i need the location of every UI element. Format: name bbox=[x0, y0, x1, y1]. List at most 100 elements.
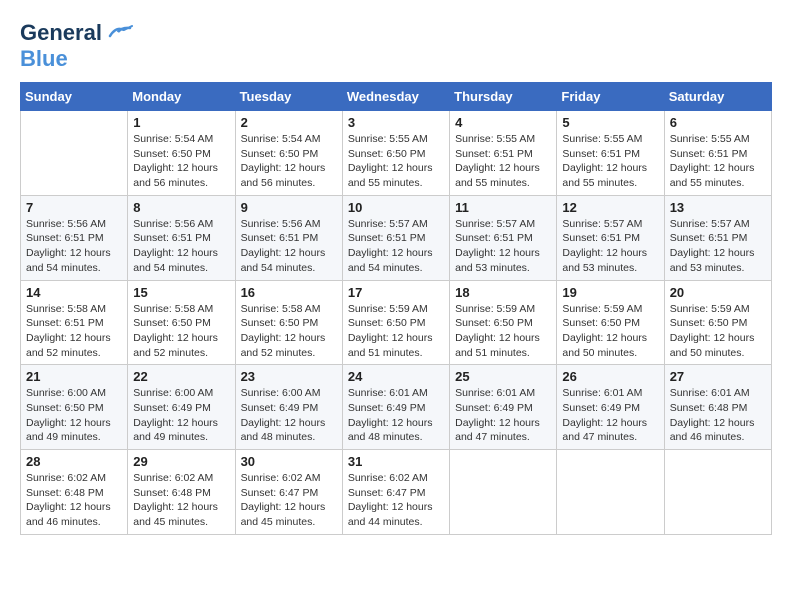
day-info: Sunrise: 6:01 AM Sunset: 6:48 PM Dayligh… bbox=[670, 386, 766, 445]
day-info: Sunrise: 5:59 AM Sunset: 6:50 PM Dayligh… bbox=[455, 302, 551, 361]
day-info: Sunrise: 5:55 AM Sunset: 6:50 PM Dayligh… bbox=[348, 132, 444, 191]
calendar-cell: 31 Sunrise: 6:02 AM Sunset: 6:47 PM Dayli… bbox=[342, 450, 449, 535]
calendar-cell: 4 Sunrise: 5:55 AM Sunset: 6:51 PM Daylig… bbox=[450, 111, 557, 196]
day-info: Sunrise: 6:02 AM Sunset: 6:47 PM Dayligh… bbox=[348, 471, 444, 530]
day-number: 13 bbox=[670, 200, 766, 215]
calendar-cell: 6 Sunrise: 5:55 AM Sunset: 6:51 PM Daylig… bbox=[664, 111, 771, 196]
calendar-cell bbox=[21, 111, 128, 196]
calendar-cell: 8 Sunrise: 5:56 AM Sunset: 6:51 PM Daylig… bbox=[128, 195, 235, 280]
calendar-cell: 11 Sunrise: 5:57 AM Sunset: 6:51 PM Dayli… bbox=[450, 195, 557, 280]
calendar-cell: 2Sunrise: 5:54 AM Sunset: 6:50 PM Daylig… bbox=[235, 111, 342, 196]
weekday-header-monday: Monday bbox=[128, 83, 235, 111]
day-number: 29 bbox=[133, 454, 229, 469]
calendar-header-row: SundayMondayTuesdayWednesdayThursdayFrid… bbox=[21, 83, 772, 111]
calendar-cell: 26 Sunrise: 6:01 AM Sunset: 6:49 PM Dayli… bbox=[557, 365, 664, 450]
calendar-cell: 1 Sunrise: 5:54 AM Sunset: 6:50 PM Daylig… bbox=[128, 111, 235, 196]
logo: General Blue bbox=[20, 20, 134, 72]
day-info: Sunrise: 5:59 AM Sunset: 6:50 PM Dayligh… bbox=[670, 302, 766, 361]
weekday-header-saturday: Saturday bbox=[664, 83, 771, 111]
calendar-cell: 21 Sunrise: 6:00 AM Sunset: 6:50 PM Dayli… bbox=[21, 365, 128, 450]
day-number: 27 bbox=[670, 369, 766, 384]
day-info: Sunrise: 5:54 AM Sunset: 6:50 PM Dayligh… bbox=[241, 132, 337, 191]
day-number: 23 bbox=[241, 369, 337, 384]
weekday-header-friday: Friday bbox=[557, 83, 664, 111]
calendar-cell: 9Sunrise: 5:56 AM Sunset: 6:51 PM Daylig… bbox=[235, 195, 342, 280]
calendar-cell: 14Sunrise: 5:58 AM Sunset: 6:51 PM Dayli… bbox=[21, 280, 128, 365]
calendar-cell: 13Sunrise: 5:57 AM Sunset: 6:51 PM Dayli… bbox=[664, 195, 771, 280]
day-info: Sunrise: 5:57 AM Sunset: 6:51 PM Dayligh… bbox=[348, 217, 444, 276]
day-number: 18 bbox=[455, 285, 551, 300]
calendar-week-row: 14Sunrise: 5:58 AM Sunset: 6:51 PM Dayli… bbox=[21, 280, 772, 365]
day-info: Sunrise: 5:59 AM Sunset: 6:50 PM Dayligh… bbox=[348, 302, 444, 361]
day-info: Sunrise: 5:55 AM Sunset: 6:51 PM Dayligh… bbox=[562, 132, 658, 191]
day-info: Sunrise: 5:55 AM Sunset: 6:51 PM Dayligh… bbox=[670, 132, 766, 191]
logo-bird-icon bbox=[102, 22, 134, 44]
calendar-cell: 19 Sunrise: 5:59 AM Sunset: 6:50 PM Dayli… bbox=[557, 280, 664, 365]
day-number: 16 bbox=[241, 285, 337, 300]
day-number: 8 bbox=[133, 200, 229, 215]
calendar-cell: 12 Sunrise: 5:57 AM Sunset: 6:51 PM Dayli… bbox=[557, 195, 664, 280]
day-number: 6 bbox=[670, 115, 766, 130]
day-info: Sunrise: 5:57 AM Sunset: 6:51 PM Dayligh… bbox=[455, 217, 551, 276]
day-number: 4 bbox=[455, 115, 551, 130]
day-number: 1 bbox=[133, 115, 229, 130]
day-info: Sunrise: 5:56 AM Sunset: 6:51 PM Dayligh… bbox=[26, 217, 122, 276]
day-number: 3 bbox=[348, 115, 444, 130]
day-info: Sunrise: 5:59 AM Sunset: 6:50 PM Dayligh… bbox=[562, 302, 658, 361]
day-number: 12 bbox=[562, 200, 658, 215]
day-info: Sunrise: 6:00 AM Sunset: 6:50 PM Dayligh… bbox=[26, 386, 122, 445]
calendar-cell: 10 Sunrise: 5:57 AM Sunset: 6:51 PM Dayli… bbox=[342, 195, 449, 280]
calendar-cell bbox=[664, 450, 771, 535]
day-info: Sunrise: 5:58 AM Sunset: 6:50 PM Dayligh… bbox=[133, 302, 229, 361]
calendar-week-row: 1 Sunrise: 5:54 AM Sunset: 6:50 PM Daylig… bbox=[21, 111, 772, 196]
weekday-header-sunday: Sunday bbox=[21, 83, 128, 111]
day-number: 9 bbox=[241, 200, 337, 215]
header: General Blue bbox=[20, 20, 772, 72]
day-number: 24 bbox=[348, 369, 444, 384]
calendar-cell bbox=[450, 450, 557, 535]
logo-general: General bbox=[20, 20, 102, 46]
calendar-cell: 17Sunrise: 5:59 AM Sunset: 6:50 PM Dayli… bbox=[342, 280, 449, 365]
day-number: 26 bbox=[562, 369, 658, 384]
day-number: 14 bbox=[26, 285, 122, 300]
day-number: 5 bbox=[562, 115, 658, 130]
calendar-cell: 23 Sunrise: 6:00 AM Sunset: 6:49 PM Dayli… bbox=[235, 365, 342, 450]
day-number: 25 bbox=[455, 369, 551, 384]
calendar-cell: 15 Sunrise: 5:58 AM Sunset: 6:50 PM Dayli… bbox=[128, 280, 235, 365]
calendar-cell: 3 Sunrise: 5:55 AM Sunset: 6:50 PM Daylig… bbox=[342, 111, 449, 196]
calendar-cell: 20Sunrise: 5:59 AM Sunset: 6:50 PM Dayli… bbox=[664, 280, 771, 365]
day-number: 11 bbox=[455, 200, 551, 215]
calendar-cell: 5 Sunrise: 5:55 AM Sunset: 6:51 PM Daylig… bbox=[557, 111, 664, 196]
day-number: 10 bbox=[348, 200, 444, 215]
day-number: 19 bbox=[562, 285, 658, 300]
calendar-cell: 27 Sunrise: 6:01 AM Sunset: 6:48 PM Dayli… bbox=[664, 365, 771, 450]
calendar-week-row: 7 Sunrise: 5:56 AM Sunset: 6:51 PM Daylig… bbox=[21, 195, 772, 280]
day-number: 21 bbox=[26, 369, 122, 384]
calendar-cell: 25Sunrise: 6:01 AM Sunset: 6:49 PM Dayli… bbox=[450, 365, 557, 450]
day-info: Sunrise: 6:02 AM Sunset: 6:47 PM Dayligh… bbox=[241, 471, 337, 530]
calendar-cell bbox=[557, 450, 664, 535]
calendar-cell: 16Sunrise: 5:58 AM Sunset: 6:50 PM Dayli… bbox=[235, 280, 342, 365]
calendar-cell: 7 Sunrise: 5:56 AM Sunset: 6:51 PM Daylig… bbox=[21, 195, 128, 280]
day-info: Sunrise: 5:54 AM Sunset: 6:50 PM Dayligh… bbox=[133, 132, 229, 191]
logo-blue: Blue bbox=[20, 46, 68, 71]
day-number: 15 bbox=[133, 285, 229, 300]
calendar-cell: 28Sunrise: 6:02 AM Sunset: 6:48 PM Dayli… bbox=[21, 450, 128, 535]
day-info: Sunrise: 6:02 AM Sunset: 6:48 PM Dayligh… bbox=[26, 471, 122, 530]
day-info: Sunrise: 5:55 AM Sunset: 6:51 PM Dayligh… bbox=[455, 132, 551, 191]
calendar-week-row: 21 Sunrise: 6:00 AM Sunset: 6:50 PM Dayli… bbox=[21, 365, 772, 450]
day-info: Sunrise: 6:00 AM Sunset: 6:49 PM Dayligh… bbox=[241, 386, 337, 445]
day-info: Sunrise: 6:01 AM Sunset: 6:49 PM Dayligh… bbox=[562, 386, 658, 445]
day-info: Sunrise: 5:56 AM Sunset: 6:51 PM Dayligh… bbox=[133, 217, 229, 276]
calendar-table: SundayMondayTuesdayWednesdayThursdayFrid… bbox=[20, 82, 772, 535]
day-number: 7 bbox=[26, 200, 122, 215]
day-info: Sunrise: 5:57 AM Sunset: 6:51 PM Dayligh… bbox=[562, 217, 658, 276]
day-info: Sunrise: 6:00 AM Sunset: 6:49 PM Dayligh… bbox=[133, 386, 229, 445]
day-number: 31 bbox=[348, 454, 444, 469]
day-number: 30 bbox=[241, 454, 337, 469]
weekday-header-thursday: Thursday bbox=[450, 83, 557, 111]
day-info: Sunrise: 6:01 AM Sunset: 6:49 PM Dayligh… bbox=[348, 386, 444, 445]
day-number: 22 bbox=[133, 369, 229, 384]
calendar-cell: 18 Sunrise: 5:59 AM Sunset: 6:50 PM Dayli… bbox=[450, 280, 557, 365]
day-info: Sunrise: 6:02 AM Sunset: 6:48 PM Dayligh… bbox=[133, 471, 229, 530]
